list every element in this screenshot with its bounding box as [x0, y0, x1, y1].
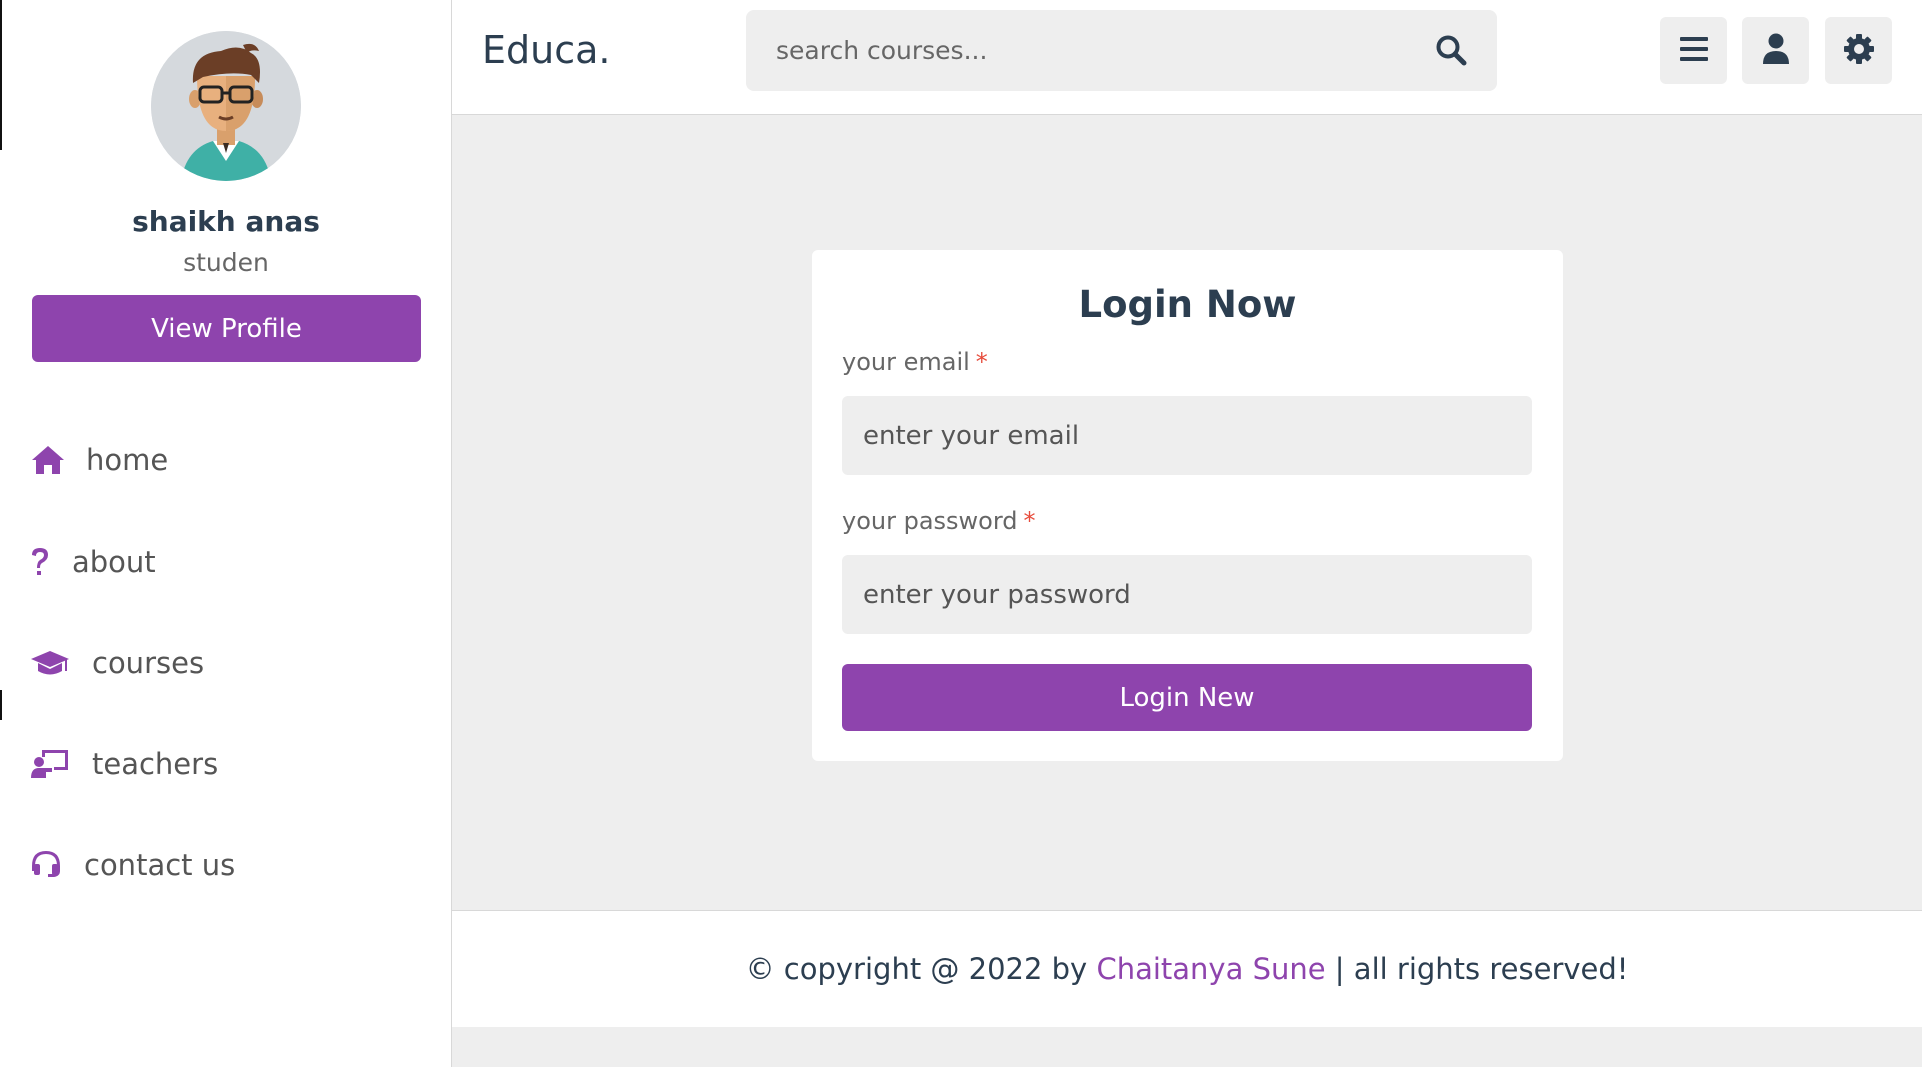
user-icon: [1762, 33, 1790, 69]
app: shaikh anas studen View Profile home abo…: [0, 0, 1922, 1067]
window-edge: [0, 0, 2, 150]
sidebar-item-home[interactable]: home: [30, 430, 168, 490]
home-icon: [30, 444, 66, 476]
sidebar-item-label: home: [86, 443, 169, 477]
sidebar-item-label: courses: [92, 646, 205, 680]
question-icon: [30, 546, 50, 578]
search-bar: [746, 10, 1497, 91]
password-label-text: your password: [842, 507, 1018, 535]
avatar-illustration: [151, 31, 301, 181]
headset-icon: [30, 849, 62, 881]
login-title: Login Now: [1078, 283, 1297, 326]
chalkboard-teacher-icon: [30, 748, 70, 780]
profile-role: studen: [183, 248, 269, 277]
logo[interactable]: Educa.: [482, 28, 610, 72]
sidebar-item-teachers[interactable]: teachers: [30, 734, 218, 794]
footer-prefix: © copyright @ 2022 by: [745, 952, 1097, 986]
bars-icon: [1679, 36, 1708, 66]
gear-icon: [1843, 33, 1875, 69]
email-field[interactable]: [842, 396, 1532, 475]
avatar: [151, 31, 301, 181]
footer: © copyright @ 2022 by Chaitanya Sune | a…: [452, 910, 1922, 1027]
login-form: Login Now your email* your password* Log…: [812, 250, 1563, 761]
sidebar-item-label: about: [72, 545, 156, 579]
sidebar-item-about[interactable]: about: [30, 532, 156, 592]
login-button[interactable]: Login New: [842, 664, 1532, 731]
email-label: your email *: [842, 348, 988, 376]
password-field[interactable]: [842, 555, 1532, 634]
menu-button[interactable]: [1660, 17, 1727, 84]
profile-name: shaikh anas: [132, 205, 320, 238]
sidebar-item-label: contact us: [84, 848, 236, 882]
top-header: Educa.: [452, 0, 1922, 115]
email-label-text: your email: [842, 348, 970, 376]
graduation-cap-icon: [30, 647, 70, 679]
window-edge: [0, 690, 2, 720]
footer-suffix: | all rights reserved!: [1325, 952, 1629, 986]
settings-button[interactable]: [1825, 17, 1892, 84]
user-button[interactable]: [1742, 17, 1809, 84]
sidebar: shaikh anas studen View Profile home abo…: [0, 0, 452, 1067]
sidebar-item-contact-us[interactable]: contact us: [30, 835, 235, 895]
view-profile-button[interactable]: View Profile: [32, 295, 421, 362]
sidebar-item-courses[interactable]: courses: [30, 633, 204, 693]
search-icon[interactable]: [1435, 34, 1467, 70]
sidebar-item-label: teachers: [92, 747, 219, 781]
footer-author-link[interactable]: Chaitanya Sune: [1096, 952, 1325, 986]
required-mark: *: [975, 348, 988, 376]
required-mark: *: [1023, 507, 1036, 535]
password-label: your password *: [842, 507, 1036, 535]
search-input[interactable]: [746, 10, 1426, 91]
